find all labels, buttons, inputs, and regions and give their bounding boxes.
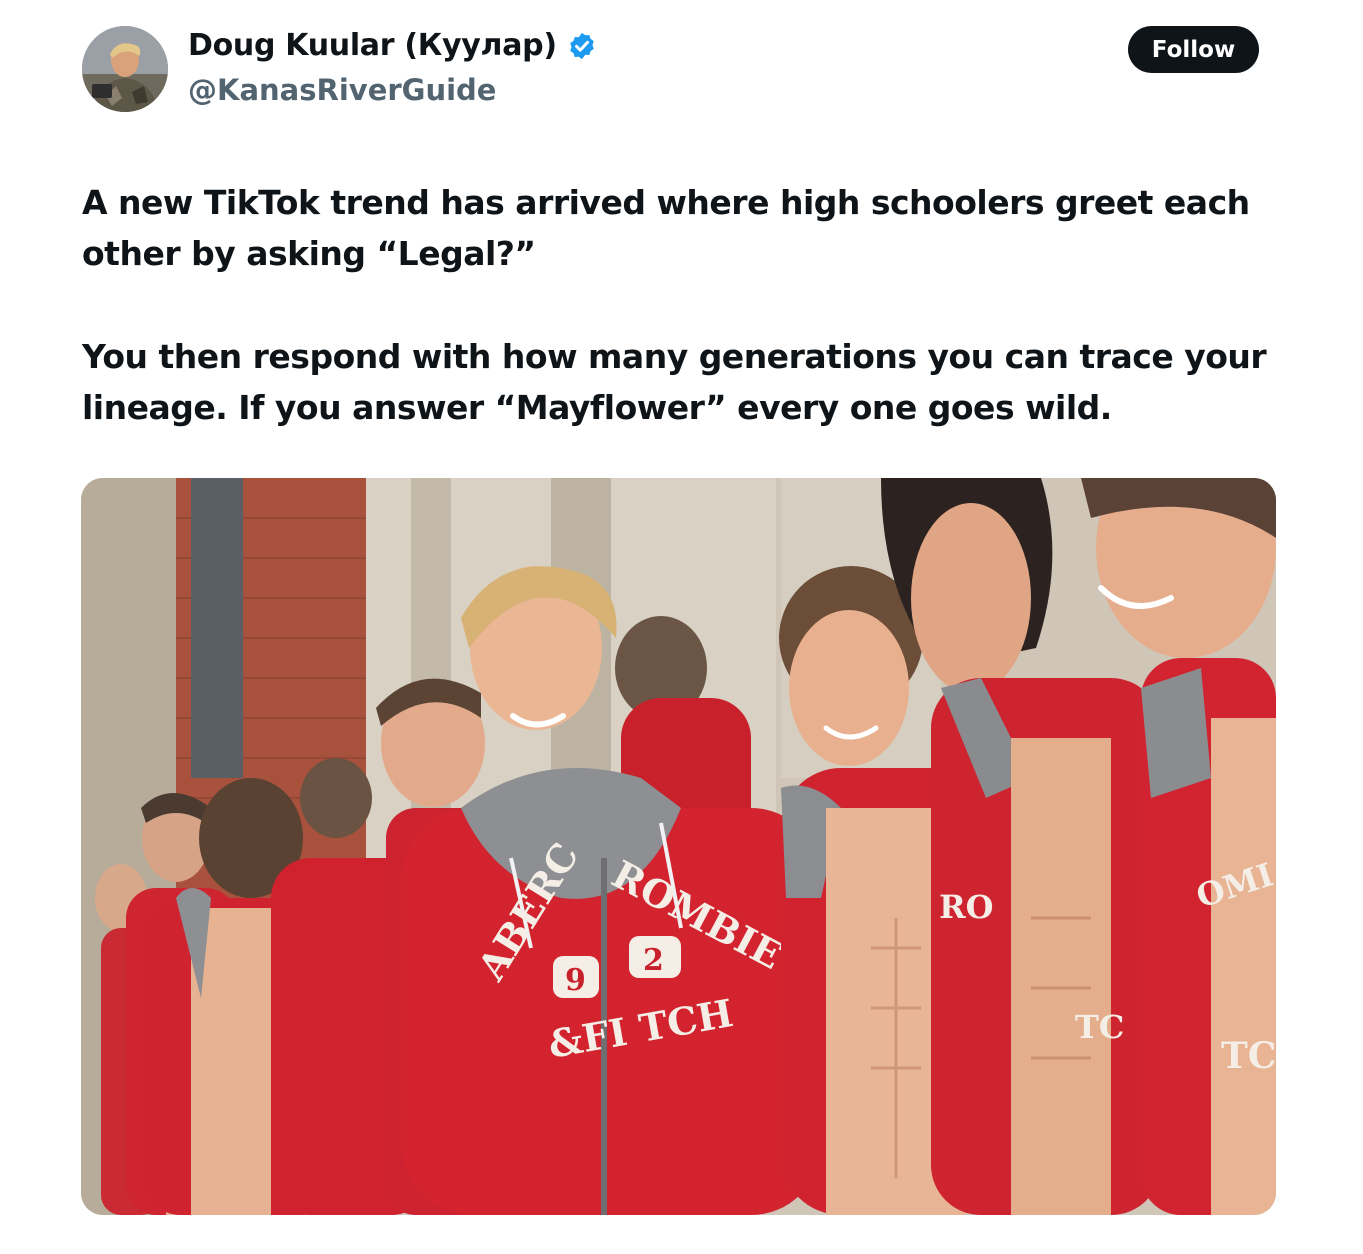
print-right-fragment-2: TC <box>1075 1008 1124 1046</box>
verified-badge-icon <box>570 32 594 59</box>
print-number-right: 2 <box>643 943 664 978</box>
drain-pipe <box>191 478 243 778</box>
post-photo[interactable]: ABERC ROMBIE 9 2 &FI TCH RO TC OMI TC <box>81 478 1276 1215</box>
photo-scene: ABERC ROMBIE 9 2 &FI TCH RO TC OMI TC <box>81 478 1276 1215</box>
avatar[interactable] <box>82 26 168 112</box>
post-paragraph-2: You then respond with how many generatio… <box>82 337 1267 427</box>
avatar-image <box>82 26 168 112</box>
author-display-name[interactable]: Doug Kuular (Куулар) <box>188 28 557 63</box>
author-name-row: Doug Kuular (Куулар) <box>188 28 597 63</box>
post-text: A new TikTok trend has arrived where hig… <box>82 177 1292 433</box>
follow-button[interactable]: Follow <box>1128 26 1259 73</box>
post-paragraph-1: A new TikTok trend has arrived where hig… <box>82 183 1250 273</box>
print-right-fragment-1: RO <box>939 888 993 926</box>
print-far-right-fragment-2: TC <box>1221 1035 1276 1077</box>
author-handle[interactable]: @KanasRiverGuide <box>188 73 496 107</box>
print-number-left: 9 <box>565 963 586 998</box>
